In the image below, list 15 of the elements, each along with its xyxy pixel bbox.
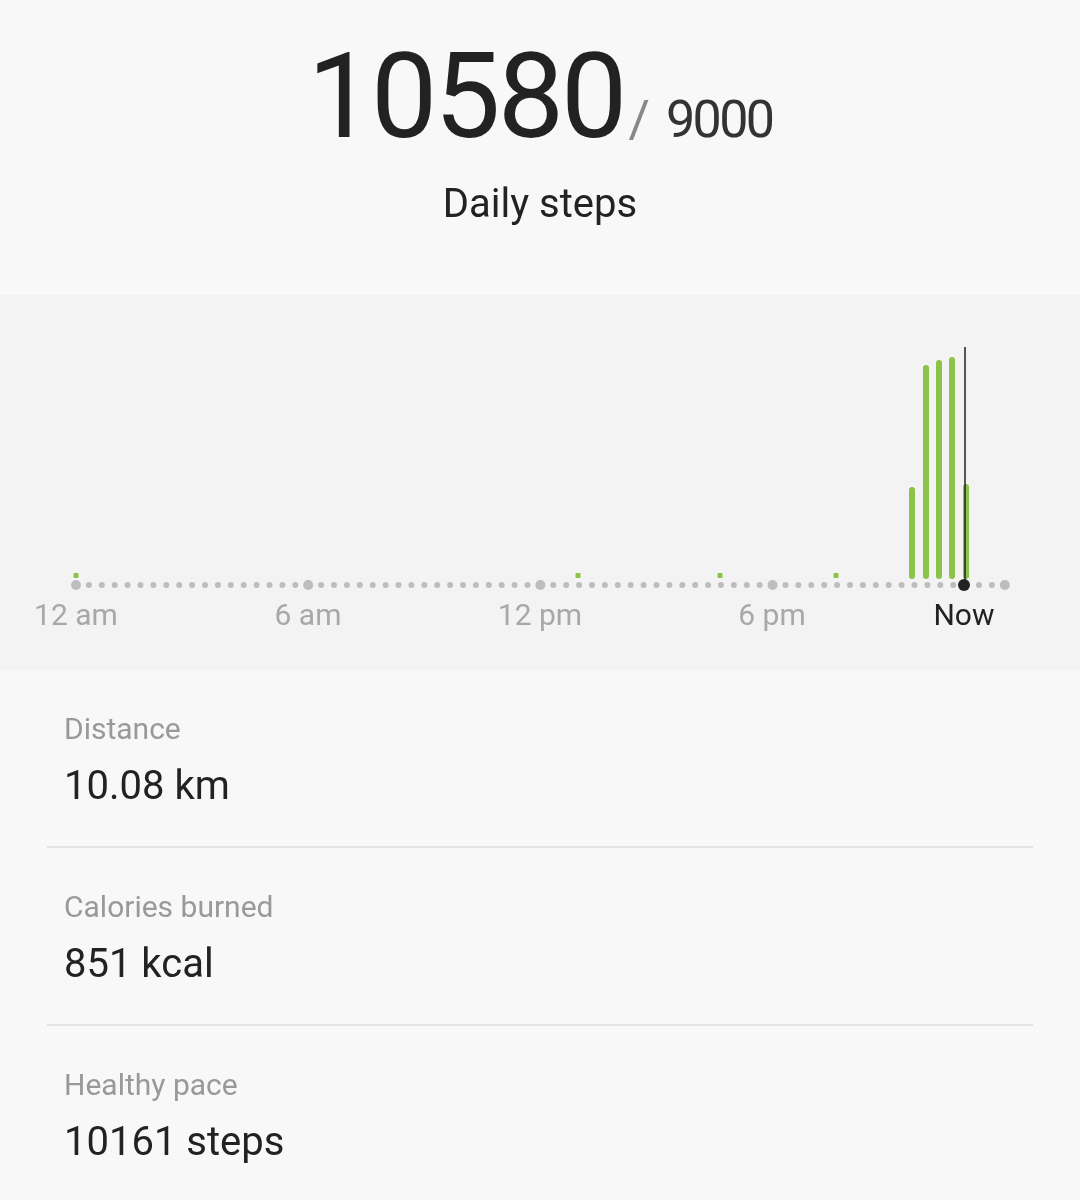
stat-label: Healthy pace [64, 1070, 239, 1100]
stat-label: Calories burned [64, 892, 275, 922]
time-axis-label: 6 pm [738, 600, 806, 630]
stat-label: Distance [64, 714, 182, 744]
time-axis-label: 12 am [34, 600, 118, 630]
stat-value: 851 kcal [64, 944, 215, 984]
stat-value: 10.08 km [64, 766, 231, 806]
step-goal: 9000 [665, 94, 773, 146]
daily-steps-label: Daily steps [442, 184, 638, 224]
stat-value: 10161 steps [64, 1122, 286, 1162]
time-axis-label: Now [933, 600, 995, 630]
goal-separator: / [628, 94, 650, 146]
step-count: 10580 [307, 38, 625, 156]
time-axis-label: 6 am [274, 600, 342, 630]
time-axis-label: 12 pm [497, 600, 583, 630]
